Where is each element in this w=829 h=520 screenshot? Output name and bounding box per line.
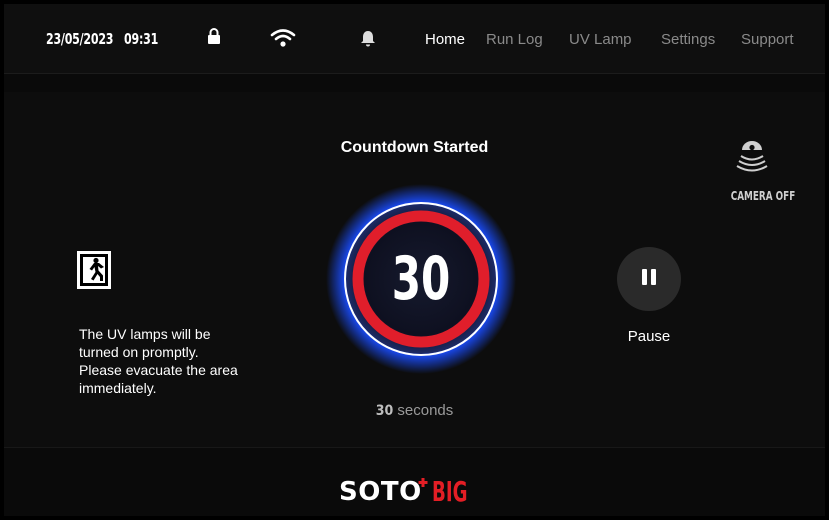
top-bar: 23/05/2023 09:31 Home Run Log UV Lamp Se…	[4, 4, 825, 74]
logo-text-red: BIG	[431, 475, 468, 508]
nav-support[interactable]: Support	[741, 31, 794, 48]
warning-line: Please evacuate the area	[79, 362, 238, 378]
screen: 23/05/2023 09:31 Home Run Log UV Lamp Se…	[4, 4, 825, 516]
nav-run-log[interactable]: Run Log	[486, 31, 543, 48]
logo-cross-icon	[418, 477, 432, 506]
evacuation-warning: The UV lamps will be turned on promptly.…	[79, 325, 299, 397]
warning-line: The UV lamps will be	[79, 326, 211, 342]
warning-line: immediately.	[79, 380, 157, 396]
camera-icon[interactable]	[735, 137, 769, 184]
time-text: 09:31	[124, 30, 159, 48]
divider	[4, 74, 825, 92]
emergency-exit-icon	[76, 250, 112, 295]
logo-text-white: SOTO	[339, 476, 422, 507]
page-title: Countdown Started	[340, 139, 489, 156]
wifi-icon[interactable]	[270, 28, 296, 53]
countdown-panel: Countdown Started The UV lamps will be t…	[4, 92, 825, 447]
date-text: 23/05/2023	[46, 30, 114, 48]
seconds-value: 30	[375, 403, 394, 419]
camera-status-label: CAMERA OFF	[730, 189, 796, 203]
pause-label[interactable]: Pause	[604, 328, 694, 345]
countdown-dial: 30	[326, 184, 516, 374]
lock-icon[interactable]	[207, 27, 221, 50]
date-time: 23/05/2023 09:31	[46, 30, 158, 48]
seconds-unit: seconds	[397, 402, 454, 419]
nav-home[interactable]: Home	[425, 31, 465, 48]
brand-logo: SOTO BIG	[339, 475, 481, 508]
nav-settings[interactable]: Settings	[661, 31, 715, 48]
bell-icon[interactable]	[360, 30, 376, 52]
warning-line: turned on promptly.	[79, 344, 199, 360]
nav-uv-lamp[interactable]: UV Lamp	[569, 31, 632, 48]
footer: SOTO BIG	[4, 447, 825, 516]
seconds-label: 30 seconds	[4, 402, 825, 419]
pause-button[interactable]	[617, 247, 681, 311]
countdown-number: 30	[391, 244, 451, 314]
pause-icon	[640, 267, 658, 292]
